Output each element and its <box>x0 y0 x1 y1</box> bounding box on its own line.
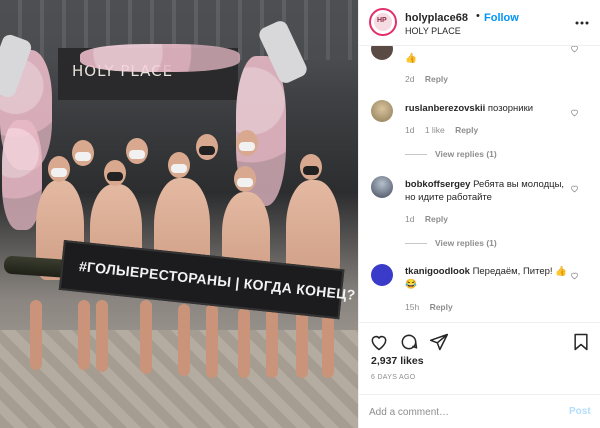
post-side-panel: holyplace68 • Follow HOLY PLACE 👍 2d Rep… <box>358 0 600 428</box>
comment-text: ruslanberezovskii позорники <box>405 102 575 115</box>
bookmark-icon[interactable] <box>571 332 591 352</box>
heart-icon[interactable] <box>570 108 579 119</box>
face-mask <box>199 146 215 155</box>
comment-username[interactable]: bobkoffsergey <box>405 179 470 190</box>
comment-meta: 1d 1 like Reply <box>405 125 486 135</box>
post-username[interactable]: holyplace68 <box>405 12 468 24</box>
heart-icon[interactable] <box>570 271 579 282</box>
comment-time: 1d <box>405 125 415 135</box>
face-mask <box>129 150 145 159</box>
add-comment-input[interactable] <box>369 403 549 421</box>
view-replies-button[interactable]: View replies (1) <box>405 238 497 248</box>
comment-username[interactable]: ruslanberezovskii <box>405 103 485 114</box>
face-mask <box>171 164 187 173</box>
person-leg <box>206 304 218 378</box>
flower-decor <box>80 44 240 72</box>
avatar[interactable] <box>371 46 393 60</box>
reply-button[interactable]: Reply <box>425 214 448 224</box>
avatar[interactable] <box>371 176 393 198</box>
post-photo[interactable]: HOLY PLACE #ГОЛЫЕРЕСТОРАНЫ | КОГДА КОНЕЦ… <box>0 0 358 428</box>
person-leg <box>266 308 278 378</box>
comment-meta: 1d Reply <box>405 214 456 224</box>
face-mask <box>239 142 255 151</box>
heart-icon[interactable] <box>369 332 389 352</box>
comment-text: bobkoffsergey Ребята вы молодцы, но идит… <box>405 178 575 204</box>
person-leg <box>178 304 190 376</box>
comment-username[interactable]: tkanigoodlook <box>405 266 470 277</box>
reply-button[interactable]: Reply <box>430 302 453 312</box>
comment-meta: 2d Reply <box>405 74 456 84</box>
heart-icon[interactable] <box>570 46 579 55</box>
person-leg <box>78 300 90 370</box>
comment-body: позорники <box>487 103 534 114</box>
comment-meta: 15h Reply <box>405 302 461 312</box>
post-location[interactable]: HOLY PLACE <box>405 26 461 36</box>
view-replies-button[interactable]: View replies (1) <box>405 149 497 159</box>
face-mask <box>107 172 123 181</box>
comments-list[interactable]: 👍 2d Reply ruslanberezovskii позорники 1… <box>359 46 600 322</box>
heart-icon[interactable] <box>570 184 579 195</box>
person-leg <box>140 300 152 374</box>
comment-icon[interactable] <box>399 332 419 352</box>
post-comment-button[interactable]: Post <box>569 406 591 417</box>
separator-dot: • <box>476 10 480 22</box>
person-leg <box>30 300 42 370</box>
more-horizontal-icon[interactable] <box>575 12 589 28</box>
post-timestamp[interactable]: 6 DAYS AGO <box>371 374 416 381</box>
comment-text: 👍 <box>405 53 417 64</box>
avatar[interactable] <box>369 8 397 36</box>
face-mask <box>75 152 91 161</box>
post-header: holyplace68 • Follow HOLY PLACE <box>359 0 600 46</box>
share-icon[interactable] <box>429 332 449 352</box>
person-leg <box>238 308 250 378</box>
comment-likes[interactable]: 1 like <box>425 125 445 135</box>
face-mask <box>303 166 319 175</box>
comment-time: 2d <box>405 74 415 84</box>
reply-button[interactable]: Reply <box>455 125 478 135</box>
avatar[interactable] <box>371 100 393 122</box>
avatar[interactable] <box>371 264 393 286</box>
comment-time: 15h <box>405 302 420 312</box>
face-mask <box>237 178 253 187</box>
likes-count[interactable]: 2,937 likes <box>371 355 424 367</box>
follow-button[interactable]: Follow <box>484 12 519 24</box>
comment-text: tkanigoodlook Передаём, Питер! 👍😂 <box>405 265 575 291</box>
person-leg <box>96 300 108 372</box>
comment-time: 1d <box>405 214 415 224</box>
add-comment-bar: Post <box>359 394 600 428</box>
face-mask <box>51 168 67 177</box>
reply-button[interactable]: Reply <box>425 74 448 84</box>
